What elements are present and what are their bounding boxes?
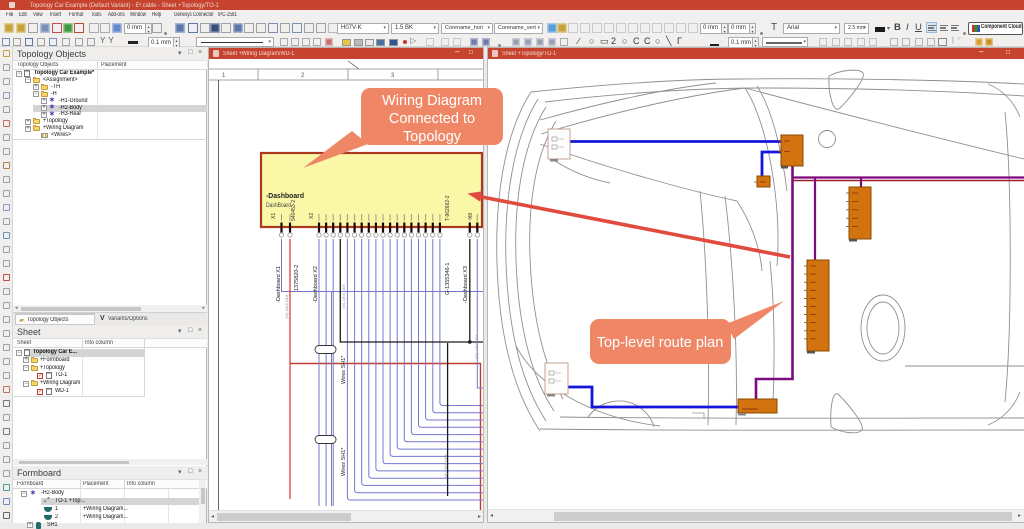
svg-text:DashBoard: DashBoard [266, 202, 291, 209]
svg-text:3: 3 [391, 73, 395, 79]
svg-text:(W)-18M,18M: (W)-18M,18M [474, 335, 479, 359]
svg-text:940453-2: 940453-2 [291, 200, 297, 221]
svg-text:Wires SH1*: Wires SH1* [341, 447, 347, 476]
svg-text:-Dashboard X3: -Dashboard X3 [463, 266, 469, 303]
svg-text:-Dashboard: -Dashboard [266, 191, 304, 200]
svg-text:X1: X1 [271, 213, 277, 219]
svg-text:X2: X2 [309, 213, 315, 219]
svg-text:G-1355346-1: G-1355346-1 [445, 263, 451, 295]
svg-text:(W)-18M,18M: (W)-18M,18M [341, 285, 346, 309]
svg-text:-Dashboard X1: -Dashboard X1 [276, 266, 282, 303]
svg-text:T-962662-2: T-962662-2 [445, 195, 451, 221]
svg-text:X3: X3 [468, 213, 474, 219]
svg-text:Wires SH1*: Wires SH1* [341, 355, 347, 384]
svg-text:-Dashboard X2: -Dashboard X2 [313, 266, 319, 303]
svg-text:2: 2 [301, 73, 305, 79]
svg-text:(W)-18M,18M: (W)-18M,18M [284, 295, 289, 319]
svg-text:1375820-2: 1375820-2 [294, 265, 300, 291]
svg-text:(W)-18M,18M: (W)-18M,18M [443, 455, 448, 479]
svg-text:1: 1 [222, 73, 226, 79]
